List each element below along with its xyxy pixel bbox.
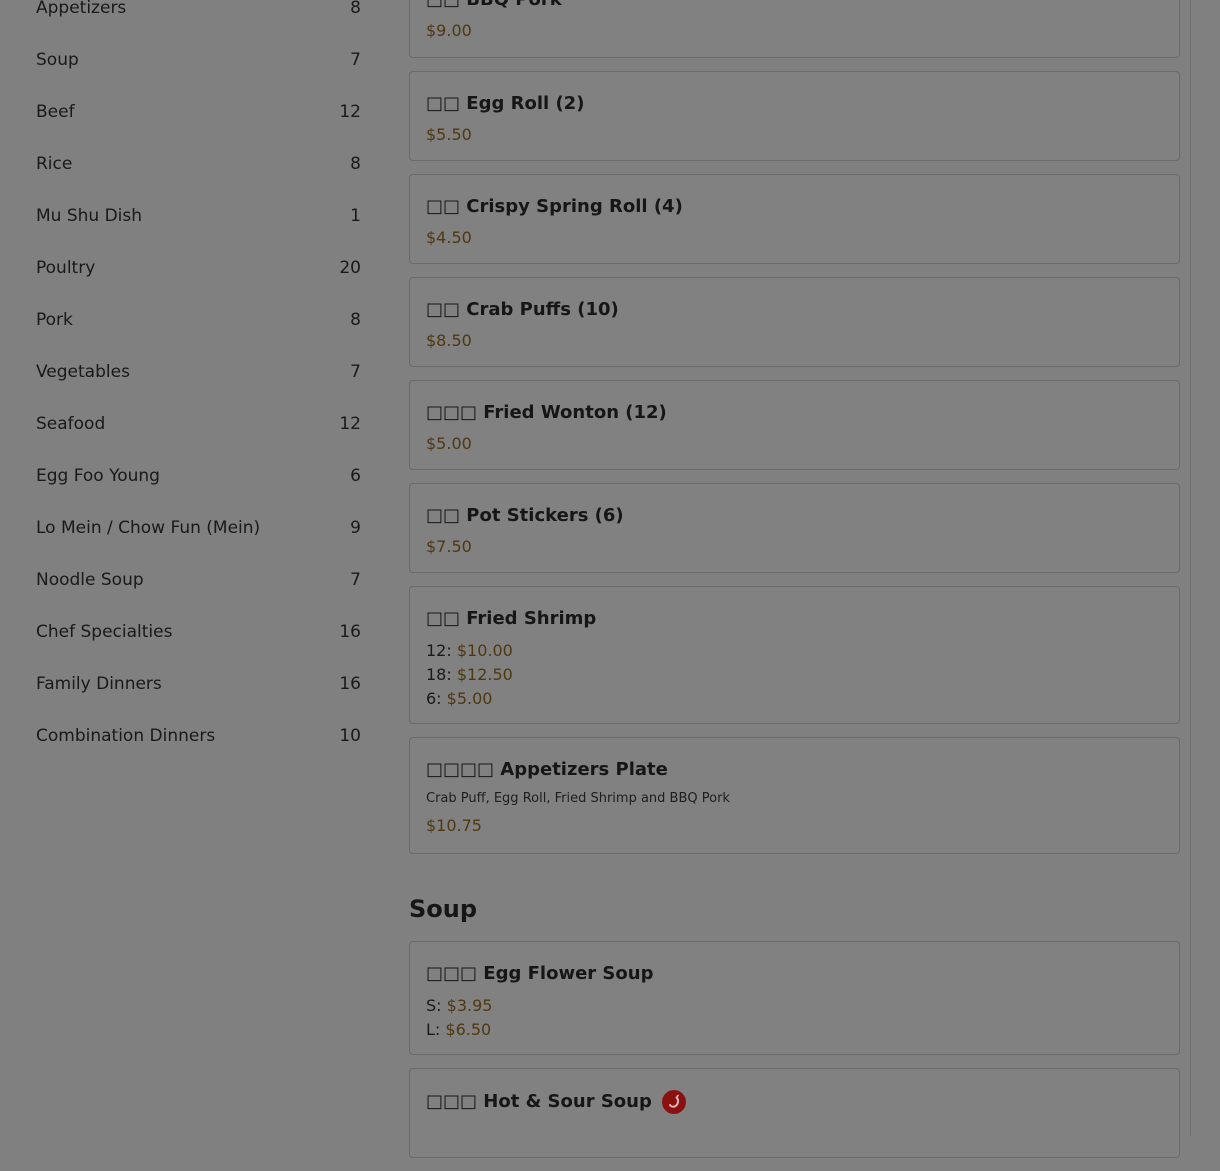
menu-item-description: Crab Puff, Egg Roll, Fried Shrimp and BB… <box>426 791 730 806</box>
category-item-egg-foo-young[interactable]: Egg Foo Young 6 <box>36 450 361 502</box>
category-label: Lo Mein / Chow Fun (Mein) <box>36 518 261 538</box>
category-item-noodle-soup[interactable]: Noodle Soup 7 <box>36 554 361 606</box>
category-item-soup[interactable]: Soup 7 <box>36 34 361 86</box>
category-label: Mu Shu Dish <box>36 206 143 226</box>
category-item-vegetables[interactable]: Vegetables 7 <box>36 346 361 398</box>
menu-item-title: □□ Egg Roll (2) <box>426 93 585 114</box>
menu-item-card[interactable]: □□□ Fried Wonton (12) $5.00 <box>409 380 1180 470</box>
category-label: Poultry <box>36 258 96 278</box>
price-option: 6: $5.00 <box>426 687 1163 711</box>
category-item-appetizers[interactable]: Appetizers 8 <box>36 0 361 34</box>
menu-content: □□ BBQ Pork $9.00 □□ Egg Roll (2) $5.50 … <box>409 0 1180 1171</box>
category-count: 12 <box>339 414 361 434</box>
category-count: 20 <box>339 258 361 278</box>
menu-item-card[interactable]: □□ BBQ Pork $9.00 <box>409 0 1180 58</box>
category-item-poultry[interactable]: Poultry 20 <box>36 242 361 294</box>
category-item-combination-dinners[interactable]: Combination Dinners 10 <box>36 710 361 762</box>
menu-item-title: □□□□ Appetizers Plate <box>426 759 668 780</box>
menu-item-price: $10.75 <box>426 816 482 835</box>
menu-item-card[interactable]: □□□ Hot & Sour Soup <box>409 1068 1180 1158</box>
category-count: 16 <box>339 622 361 642</box>
category-label: Pork <box>36 310 73 330</box>
category-count: 7 <box>350 50 361 70</box>
category-count: 7 <box>350 570 361 590</box>
category-label: Seafood <box>36 414 106 434</box>
price-options: S: $3.95 L: $6.50 <box>426 994 1163 1042</box>
menu-item-title: □□ Fried Shrimp <box>426 608 597 629</box>
price-option: S: $3.95 <box>426 994 1163 1018</box>
category-label: Appetizers <box>36 0 127 18</box>
pepper-glyph <box>668 1094 679 1108</box>
category-count: 6 <box>350 466 361 486</box>
menu-item-title: □□□ Egg Flower Soup <box>426 963 654 984</box>
price-option-value: $6.50 <box>445 1020 492 1039</box>
category-count: 1 <box>350 206 361 226</box>
price-option-label: 12: <box>426 641 452 660</box>
category-count: 8 <box>350 310 361 330</box>
category-item-lo-mein[interactable]: Lo Mein / Chow Fun (Mein) 9 <box>36 502 361 554</box>
menu-item-card[interactable]: □□ Egg Roll (2) $5.50 <box>409 71 1180 161</box>
category-item-mu-shu-dish[interactable]: Mu Shu Dish 1 <box>36 190 361 242</box>
menu-item-card[interactable]: □□ Pot Stickers (6) $7.50 <box>409 483 1180 573</box>
price-options: 12: $10.00 18: $12.50 6: $5.00 <box>426 639 1163 711</box>
category-label: Beef <box>36 102 75 122</box>
category-count: 12 <box>339 102 361 122</box>
category-item-beef[interactable]: Beef 12 <box>36 86 361 138</box>
menu-item-card[interactable]: □□ Crispy Spring Roll (4) $4.50 <box>409 174 1180 264</box>
category-sidebar: Appetizers 8 Soup 7 Beef 12 Rice 8 Mu Shu Di… <box>36 0 361 762</box>
price-option-value: $10.00 <box>456 641 513 660</box>
category-count: 7 <box>350 362 361 382</box>
menu-item-price: $5.50 <box>426 125 472 144</box>
content-right-border <box>1190 0 1191 1136</box>
price-option: 12: $10.00 <box>426 639 1163 663</box>
menu-item-card[interactable]: □□□ Egg Flower Soup S: $3.95 L: $6.50 <box>409 941 1180 1055</box>
menu-item-card[interactable]: □□ Crab Puffs (10) $8.50 <box>409 277 1180 367</box>
menu-item-title: □□ Crispy Spring Roll (4) <box>426 196 683 217</box>
category-item-pork[interactable]: Pork 8 <box>36 294 361 346</box>
price-option-label: 6: <box>426 689 442 708</box>
price-option-value: $3.95 <box>446 996 493 1015</box>
category-item-family-dinners[interactable]: Family Dinners 16 <box>36 658 361 710</box>
section-heading-soup: Soup <box>409 895 478 923</box>
menu-item-title: □□ Crab Puffs (10) <box>426 299 619 320</box>
category-count: 16 <box>339 674 361 694</box>
menu-item-price: $7.50 <box>426 537 472 556</box>
category-count: 10 <box>339 726 361 746</box>
menu-item-price: $4.50 <box>426 228 472 247</box>
category-label: Soup <box>36 50 79 70</box>
category-count: 9 <box>350 518 361 538</box>
menu-item-title: □□ Pot Stickers (6) <box>426 505 624 526</box>
category-label: Rice <box>36 154 73 174</box>
price-option-value: $12.50 <box>456 665 513 684</box>
menu-item-title: □□ BBQ Pork <box>426 0 1163 11</box>
price-option: 18: $12.50 <box>426 663 1163 687</box>
menu-item-price: $8.50 <box>426 331 472 350</box>
category-label: Vegetables <box>36 362 130 382</box>
menu-item-title: □□□ Fried Wonton (12) <box>426 402 667 423</box>
category-count: 8 <box>350 154 361 174</box>
price-option: L: $6.50 <box>426 1018 1163 1042</box>
price-option-label: 18: <box>426 665 452 684</box>
menu-item-card[interactable]: □□ Fried Shrimp 12: $10.00 18: $12.50 6:… <box>409 586 1180 724</box>
price-option-value: $5.00 <box>446 689 493 708</box>
price-option-label: L: <box>426 1020 441 1039</box>
category-label: Egg Foo Young <box>36 466 160 486</box>
category-label: Chef Specialties <box>36 622 173 642</box>
menu-item-title: □□□ Hot & Sour Soup <box>426 1091 652 1112</box>
category-item-seafood[interactable]: Seafood 12 <box>36 398 361 450</box>
menu-item-card[interactable]: □□□□ Appetizers Plate Crab Puff, Egg Rol… <box>409 737 1180 854</box>
menu-item-price: $5.00 <box>426 434 472 453</box>
menu-item-price: $9.00 <box>426 21 472 40</box>
category-item-chef-specialties[interactable]: Chef Specialties 16 <box>36 606 361 658</box>
category-count: 8 <box>350 0 361 18</box>
spicy-icon <box>661 1090 686 1114</box>
category-item-rice[interactable]: Rice 8 <box>36 138 361 190</box>
menu-item-title-row: □□□ Hot & Sour Soup <box>426 1090 1163 1114</box>
price-option-label: S: <box>426 996 442 1015</box>
category-label: Family Dinners <box>36 674 162 694</box>
category-label: Combination Dinners <box>36 726 216 746</box>
category-label: Noodle Soup <box>36 570 144 590</box>
